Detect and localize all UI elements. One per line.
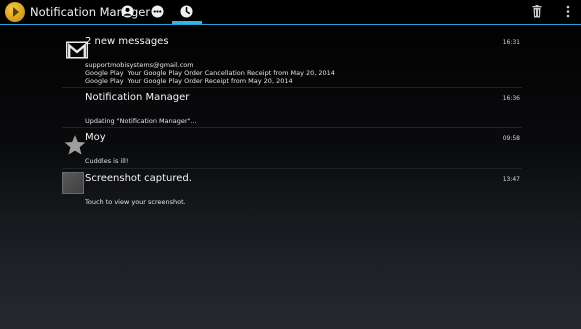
notification-source-app: Google Play (85, 77, 124, 85)
notification-title: Moy (85, 132, 106, 143)
notification-line-text: Your Google Play Order Receipt from May … (127, 77, 293, 85)
notification-time: 13:47 (502, 176, 520, 183)
tab-history[interactable] (172, 0, 202, 24)
app-logo-icon[interactable] (5, 2, 25, 22)
notification-item[interactable]: Screenshot captured. 13:47 Touch to view… (62, 169, 522, 209)
notification-title: Notification Manager (85, 92, 190, 103)
screenshot-thumbnail (62, 172, 84, 194)
notification-item[interactable]: Moy 09:58 Cuddles is ill! (62, 128, 522, 169)
notification-line: Updating "Notification Manager"... (85, 117, 197, 125)
notification-source-app: Google Play (85, 69, 124, 77)
star-icon (64, 135, 86, 155)
notification-list: 2 new messages 16:31 supportmobisystems@… (62, 30, 522, 209)
notification-line: Cuddles is ill! (85, 157, 129, 165)
notification-item[interactable]: Notification Manager 16:36 Updating "Not… (62, 88, 522, 128)
notification-line: Google Play Your Google Play Order Cancel… (85, 69, 335, 77)
more-icon (151, 5, 164, 18)
notification-title: 2 new messages (85, 36, 169, 47)
trash-icon[interactable] (532, 5, 542, 18)
clock-icon (180, 5, 193, 18)
notification-time: 16:31 (502, 39, 520, 46)
notification-line: Google Play Your Google Play Order Receip… (85, 77, 293, 85)
notification-time: 16:36 (502, 95, 520, 102)
action-bar: Notification Manager (0, 0, 581, 24)
overflow-menu-icon[interactable] (566, 5, 570, 18)
notification-item[interactable]: 2 new messages 16:31 supportmobisystems@… (62, 30, 522, 88)
notification-title: Screenshot captured. (85, 173, 192, 184)
notification-time: 09:58 (502, 135, 520, 142)
notification-line: Touch to view your screenshot. (85, 198, 186, 206)
tab-contacts[interactable] (113, 0, 143, 24)
tab-more[interactable] (143, 0, 173, 24)
action-bar-divider (0, 24, 581, 25)
notification-line-text: Your Google Play Order Cancellation Rece… (127, 69, 335, 77)
notification-line: supportmobisystems@gmail.com (85, 61, 194, 69)
person-icon (121, 5, 134, 18)
